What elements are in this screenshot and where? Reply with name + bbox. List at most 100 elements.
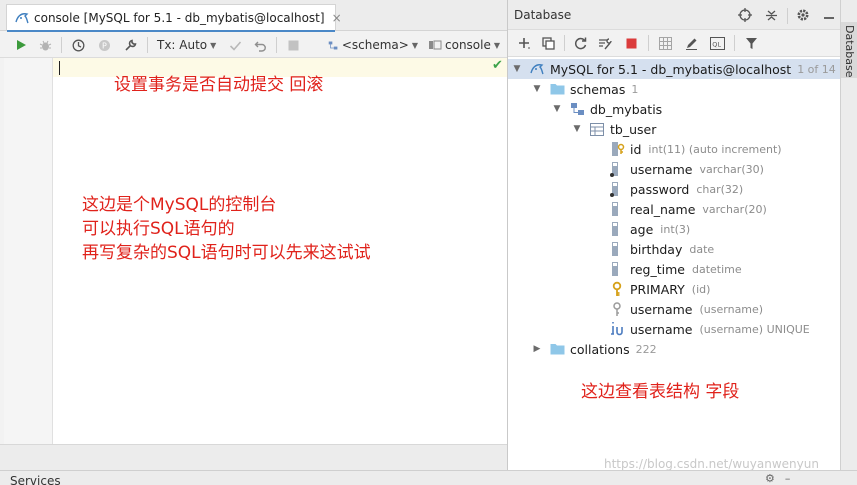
tree-item-column[interactable]: reg_time datetime [609, 259, 742, 279]
schema-label: db_mybatis [590, 101, 663, 117]
duplicate-button[interactable] [539, 33, 557, 53]
refresh-button[interactable] [571, 33, 589, 53]
line-number-gutter [4, 58, 53, 444]
svg-text:P: P [102, 41, 107, 50]
toolbar-separator [276, 37, 277, 53]
console-toolbar: P Tx: Auto ▼ <schema> ▼ console ▼ [0, 32, 507, 58]
close-icon[interactable]: × [332, 11, 342, 25]
column-name: username [630, 161, 693, 177]
chevron-down-icon: ▼ [533, 84, 541, 94]
data-source-label: MySQL for 5.1 - db_mybatis@localhost [550, 61, 792, 77]
collations-label: collations [570, 341, 630, 357]
hide-panel-button[interactable] [820, 5, 838, 25]
settings-button[interactable] [121, 35, 139, 55]
bug-icon [39, 40, 51, 50]
sql-console-icon: QL [709, 36, 725, 50]
minimize-icon[interactable]: – [785, 472, 791, 485]
filter-icon [745, 37, 757, 49]
stop-icon [288, 40, 298, 50]
tree-item-data-source[interactable]: ▼ MySQL for 5.1 - db_mybatis@localhost 1… [511, 59, 836, 79]
data-source-count: 1 of 14 [797, 62, 836, 76]
tree-item-column[interactable]: age int(3) [609, 219, 690, 239]
tree-item-collations[interactable]: ▶ collations 222 [531, 339, 657, 359]
gear-icon[interactable]: ⚙ [765, 472, 775, 485]
tree-item-table-tb-user[interactable]: ▼ tb_user [571, 119, 657, 139]
database-panel-header: Database [508, 0, 841, 30]
target-button[interactable] [736, 5, 754, 25]
chevron-down-icon: ▼ [210, 40, 217, 50]
open-console-button[interactable]: QL [708, 33, 726, 53]
tree-item-key[interactable]: PRIMARY (id) [609, 279, 710, 299]
play-icon [17, 40, 26, 50]
schemas-count: 1 [631, 82, 639, 96]
disconnect-button[interactable] [622, 33, 640, 53]
tree-item-column[interactable]: username varchar(30) [609, 159, 764, 179]
schema-icon [328, 41, 338, 49]
editor-bottom-bar [0, 444, 507, 470]
tree-item-column[interactable]: password char(32) [609, 179, 743, 199]
undo-icon [254, 41, 266, 52]
column-icon [609, 161, 625, 177]
schema-selector[interactable]: <schema> ▼ [328, 35, 418, 55]
column-type: int(3) [660, 222, 691, 236]
pin-parameter-button[interactable]: P [95, 35, 113, 55]
primary-key-icon [609, 281, 625, 297]
properties-button[interactable] [596, 33, 614, 53]
transaction-mode-label: Tx: Auto [157, 38, 208, 52]
commit-button[interactable] [226, 35, 244, 55]
execute-button[interactable] [12, 35, 30, 55]
tree-item-schema-db-mybatis[interactable]: ▼ db_mybatis [551, 99, 663, 119]
tree-item-unique-index[interactable]: username (username) UNIQUE [609, 319, 810, 339]
chevron-down-icon: ▼ [513, 64, 521, 74]
svg-text:QL: QL [712, 40, 721, 48]
tree-item-column[interactable]: birthday date [609, 239, 714, 259]
table-editor-button[interactable] [656, 33, 674, 53]
tree-item-column[interactable]: real_name varchar(20) [609, 199, 767, 219]
console-session-icon [429, 40, 442, 50]
column-type: char(32) [696, 182, 744, 196]
column-name: id [630, 141, 642, 157]
primary-key-column-icon [609, 141, 625, 157]
stop-icon [626, 38, 636, 48]
stop-button[interactable] [284, 35, 302, 55]
debug-button[interactable] [36, 35, 54, 55]
console-tab[interactable]: console [MySQL for 5.1 - db_mybatis@loca… [6, 4, 342, 33]
index-icon [609, 301, 625, 317]
panel-settings-button[interactable] [794, 5, 812, 25]
column-type: varchar(30) [699, 162, 764, 176]
database-tree[interactable]: ▼ MySQL for 5.1 - db_mybatis@localhost 1… [508, 58, 841, 471]
tree-item-column[interactable]: id int(11) (auto increment) [609, 139, 782, 159]
column-type: int(11) (auto increment) [648, 142, 782, 156]
mysql-datasource-icon [529, 61, 545, 77]
history-button[interactable] [69, 35, 87, 55]
tree-item-index[interactable]: username (username) [609, 299, 763, 319]
session-selector[interactable]: console ▼ [428, 35, 506, 55]
key-name: PRIMARY [630, 281, 685, 297]
toolbar-separator [648, 35, 649, 51]
checkmark-icon [229, 40, 241, 51]
watermark: https://blog.csdn.net/wuyanwenyun [604, 457, 819, 471]
database-panel-title: Database [514, 8, 572, 22]
column-name: birthday [630, 241, 683, 257]
edit-button[interactable] [682, 33, 700, 53]
status-icons: ⚙ – [765, 472, 790, 485]
column-type: datetime [691, 262, 742, 276]
filter-button[interactable] [742, 33, 760, 53]
rollback-button[interactable] [251, 35, 269, 55]
column-name: age [630, 221, 654, 237]
tree-item-schemas[interactable]: ▼ schemas 1 [531, 79, 639, 99]
database-toolbar: QL [508, 30, 841, 57]
column-type: varchar(20) [702, 202, 767, 216]
folder-icon [549, 81, 565, 97]
collapse-all-button[interactable] [762, 5, 780, 25]
column-icon [609, 221, 625, 237]
services-tab[interactable]: Services [10, 474, 61, 485]
pencil-icon [685, 38, 697, 50]
status-bar: Services ⚙ – [0, 470, 857, 485]
column-type: date [689, 242, 715, 256]
add-button[interactable] [514, 33, 534, 53]
mysql-console-icon [15, 11, 29, 25]
table-label: tb_user [610, 121, 657, 137]
transaction-mode-dropdown[interactable]: Tx: Auto ▼ [157, 35, 219, 55]
toolbar-separator [787, 8, 788, 24]
